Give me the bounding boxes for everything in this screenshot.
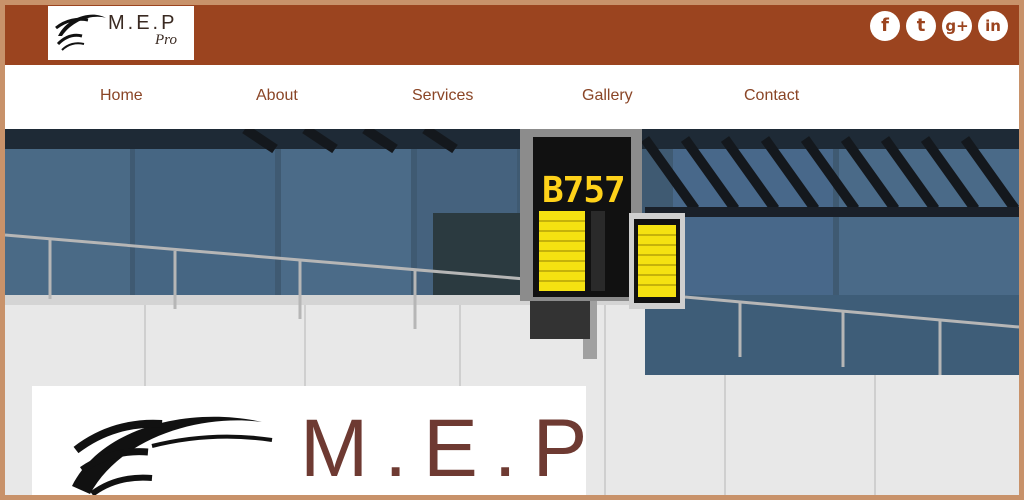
main-nav: Home About Services Gallery Contact (5, 65, 1019, 129)
hero-logo-name: M.E.P (300, 403, 604, 494)
nav-item-gallery[interactable]: Gallery (582, 87, 633, 105)
page-frame: M.E.P Pro f t g+ in Home About Services … (5, 5, 1019, 495)
nav-item-contact[interactable]: Contact (744, 87, 799, 105)
nav-item-about[interactable]: About (256, 87, 298, 105)
google-plus-icon[interactable]: g+ (942, 11, 972, 41)
top-bar: M.E.P Pro f t g+ in (5, 5, 1019, 65)
logo-sub: Pro (155, 32, 177, 48)
hero-banner: B757 M.E.P (5, 129, 1019, 495)
gate-sign-text: B757 (542, 170, 626, 211)
nav-item-services[interactable]: Services (412, 87, 473, 105)
nav-item-home[interactable]: Home (100, 87, 143, 105)
hero-logo-banner: M.E.P (32, 386, 587, 495)
facebook-icon[interactable]: f (870, 11, 900, 41)
site-logo[interactable]: M.E.P Pro (48, 6, 194, 60)
linkedin-icon[interactable]: in (978, 11, 1008, 41)
twitter-icon[interactable]: t (906, 11, 936, 41)
